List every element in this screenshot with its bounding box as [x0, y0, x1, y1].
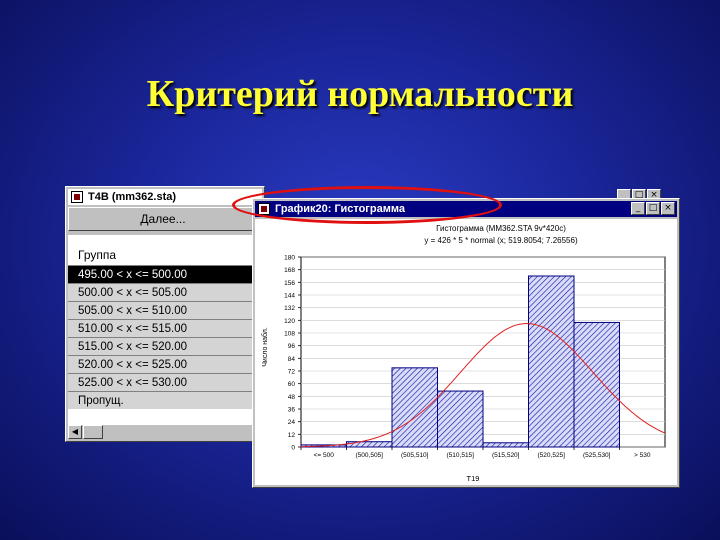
x-tick-label: (525,530] [583, 452, 611, 459]
x-tick-label: (520,525] [538, 452, 566, 459]
y-tick-label: 0 [291, 445, 295, 452]
y-tick-label: 168 [284, 267, 295, 274]
chart-window: График20: Гистограмма _ □ × Гистограмма … [252, 198, 680, 488]
window-app-icon [71, 191, 83, 203]
window-app-icon [258, 203, 270, 215]
y-tick-label: 72 [288, 369, 296, 376]
chart-window-titlebar[interactable]: График20: Гистограмма [255, 201, 677, 217]
y-tick-label: 84 [288, 356, 296, 363]
slide-title: Критерий нормальности [146, 73, 574, 115]
chart-title: Гистограмма (MM362.STA 9v*420c) [436, 224, 566, 233]
histogram-bar [437, 390, 484, 448]
x-tick-label: (505,510] [401, 452, 429, 459]
x-tick-label: > 530 [634, 452, 651, 459]
scroll-thumb[interactable] [83, 425, 103, 439]
horizontal-scrollbar[interactable]: ◀ [68, 425, 258, 439]
chart-window-controls: _ □ × [631, 202, 675, 215]
table-row[interactable]: 500.00 < x <= 505.00 [68, 283, 253, 301]
histogram-bar [391, 367, 438, 448]
y-tick-label: 12 [288, 432, 296, 439]
grid-header-group: Группа [78, 248, 117, 262]
table-row[interactable]: 520.00 < x <= 525.00 [68, 355, 253, 373]
table-row[interactable]: 525.00 < x <= 530.00 [68, 373, 253, 391]
next-button[interactable]: Далее... [68, 207, 258, 231]
table-window-titlebar[interactable]: T4B (mm362.sta) [68, 189, 262, 205]
table-window: T4B (mm362.sta) Далее... Группа 495.00 <… [65, 186, 265, 442]
y-tick-label: 36 [288, 407, 296, 414]
y-tick-label: 60 [288, 381, 296, 388]
x-tick-label: (510,515] [447, 452, 475, 459]
table-row[interactable]: 510.00 < x <= 515.00 [68, 319, 253, 337]
x-axis-label: T19 [467, 474, 480, 483]
histogram-bar [573, 321, 620, 448]
chart-maximize-button[interactable]: □ [646, 202, 660, 215]
table-row[interactable]: 495.00 < x <= 500.00 [68, 265, 253, 283]
x-tick-label: <= 500 [314, 452, 335, 459]
y-tick-label: 156 [284, 280, 295, 287]
y-tick-label: 132 [284, 305, 295, 312]
y-tick-label: 180 [284, 255, 295, 262]
y-tick-label: 48 [288, 394, 296, 401]
table-row[interactable]: 515.00 < x <= 520.00 [68, 337, 253, 355]
table-row[interactable]: 505.00 < x <= 510.00 [68, 301, 253, 319]
histogram-chart: Гистограмма (MM362.STA 9v*420c) у = 426 … [261, 224, 666, 483]
chart-area: Гистограмма (MM362.STA 9v*420c) у = 426 … [255, 219, 677, 485]
chart-window-title: График20: Гистограмма [275, 203, 405, 215]
y-tick-label: 24 [288, 419, 296, 426]
histogram-bar [346, 441, 393, 448]
data-grid: Группа 495.00 < x <= 500.00 500.00 < x <=… [68, 235, 253, 425]
chart-close-button[interactable]: × [661, 202, 675, 215]
y-tick-label: 144 [284, 293, 295, 300]
table-row[interactable]: Пропущ. [68, 391, 253, 409]
chart-minimize-button[interactable]: _ [631, 202, 645, 215]
scroll-left-icon[interactable]: ◀ [68, 425, 82, 439]
y-tick-label: 120 [284, 318, 295, 325]
y-tick-label: 96 [288, 343, 296, 350]
histogram-bar [482, 442, 529, 448]
x-tick-label: (500,505] [356, 452, 384, 459]
chart-subtitle: у = 426 * 5 * normal (x; 519.8054; 7.265… [424, 236, 578, 245]
table-window-title: T4B (mm362.sta) [88, 191, 177, 203]
y-axis-label: Число набл. [261, 327, 269, 367]
y-tick-label: 108 [284, 331, 295, 338]
x-tick-label: (515,520] [492, 452, 520, 459]
histogram-bar [528, 275, 575, 448]
